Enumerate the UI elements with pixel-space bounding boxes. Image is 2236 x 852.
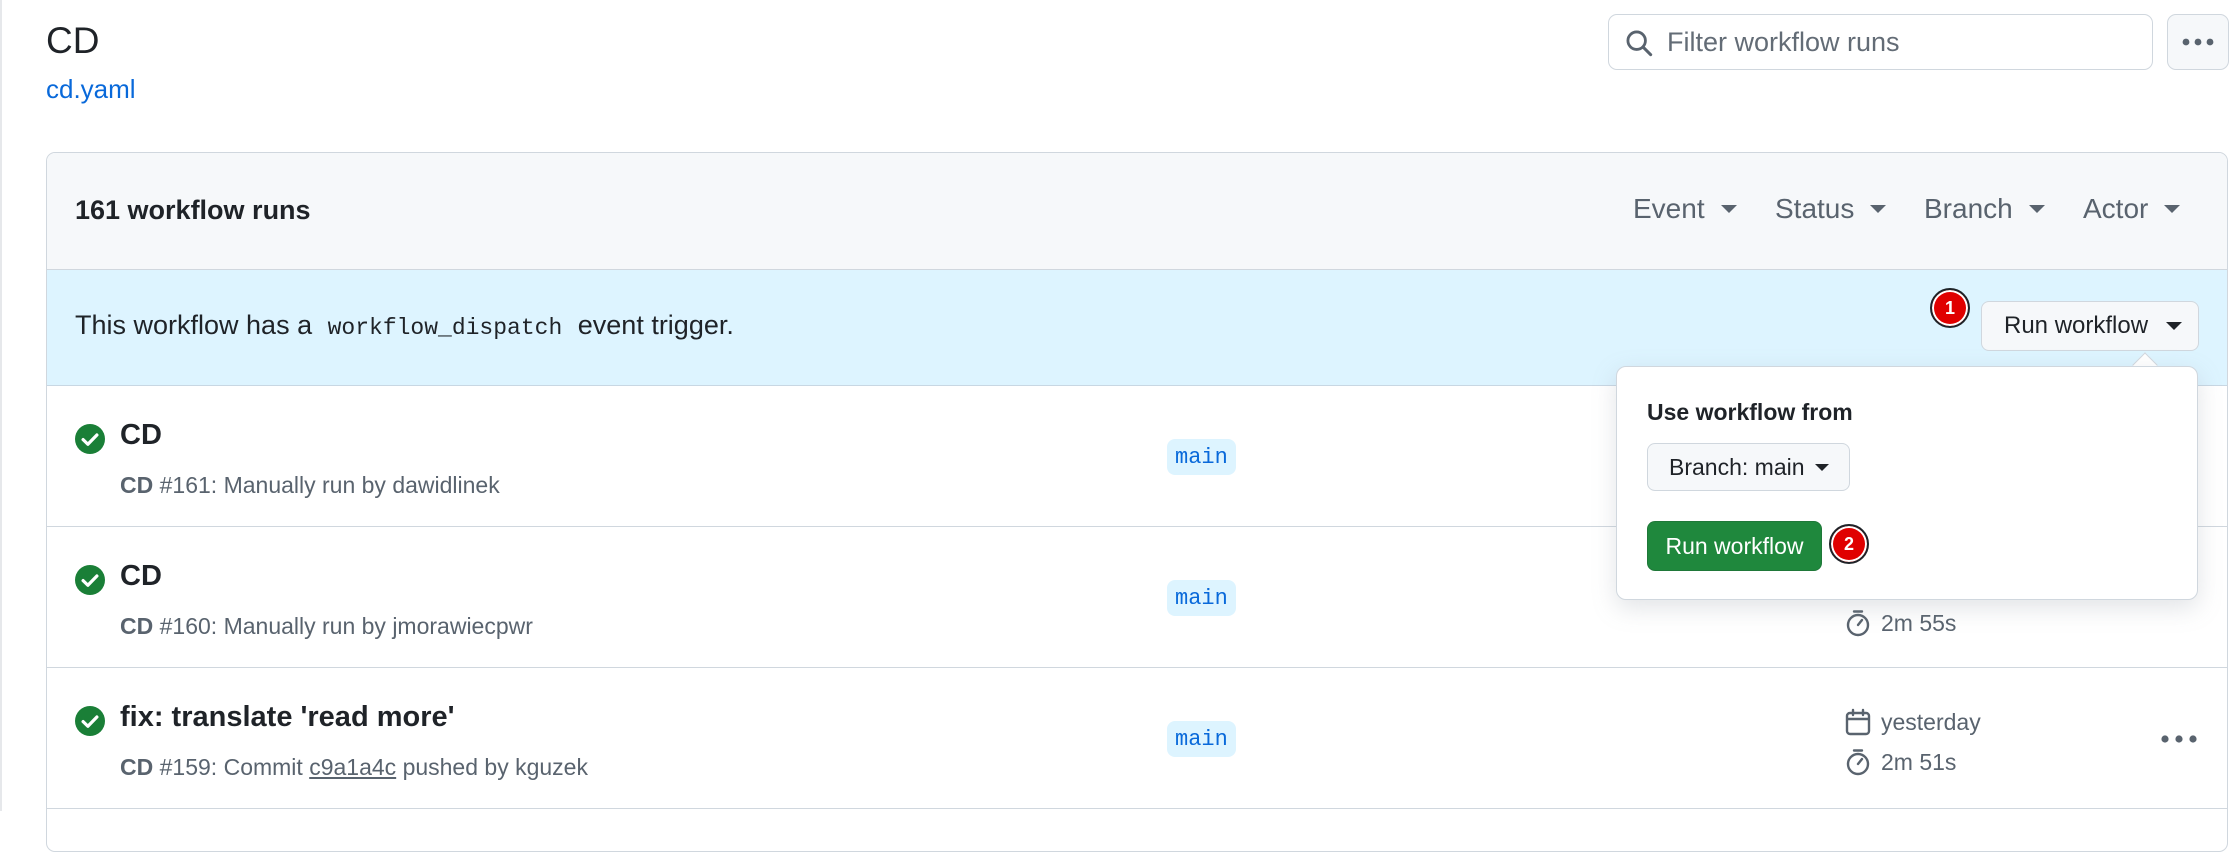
run-title-link[interactable]: fix: translate 'read more'	[120, 701, 455, 734]
check-circle-fill-icon	[75, 424, 105, 454]
run-date: yesterday	[1845, 708, 1981, 736]
filter-runs-placeholder: Filter workflow runs	[1667, 26, 1900, 57]
run-number: #160	[159, 613, 211, 639]
filter-status-dropdown[interactable]: Status	[1775, 193, 1887, 225]
chevron-down-icon	[2028, 205, 2045, 213]
run-description: Manually run by dawidlinek	[223, 472, 500, 498]
stopwatch-icon	[1846, 610, 1870, 637]
calendar-icon	[1845, 708, 1871, 736]
run-date-text: yesterday	[1881, 708, 1981, 735]
run-description: Manually run by jmorawiecpwr	[223, 613, 533, 639]
run-number: #161	[159, 472, 211, 498]
branch-tag[interactable]: main	[1167, 439, 1236, 475]
chevron-down-icon	[1814, 463, 1829, 471]
run-workflow-dropdown-button[interactable]: Run workflow	[1981, 301, 2199, 351]
run-duration-text: 2m 55s	[1881, 609, 1957, 636]
run-description-prefix: Commit	[223, 754, 303, 780]
check-circle-fill-icon	[75, 706, 105, 736]
run-title-link[interactable]: CD	[120, 419, 162, 452]
run-title-link[interactable]: CD	[120, 560, 162, 593]
workflow-file-link[interactable]: cd.yaml	[46, 74, 136, 105]
run-duration: 2m 55s	[1845, 609, 1956, 637]
run-duration-text: 2m 51s	[1881, 748, 1957, 775]
run-subtitle: CD #160: Manually run by jmorawiecpwr	[120, 613, 533, 639]
runs-count: 161 workflow runs	[75, 195, 311, 225]
popover-heading: Use workflow from	[1647, 399, 1853, 425]
filter-actor-dropdown[interactable]: Actor	[2083, 193, 2181, 225]
run-number: #159	[159, 754, 211, 780]
dispatch-text-after: event trigger.	[577, 310, 734, 340]
branch-tag[interactable]: main	[1167, 721, 1236, 757]
run-workflow-name: CD	[120, 472, 154, 498]
chevron-down-icon	[1720, 205, 1737, 213]
filter-actor-label: Actor	[2083, 193, 2149, 224]
run-workflow-name: CD	[120, 754, 154, 780]
run-workflow-name: CD	[120, 613, 154, 639]
run-subtitle: CD #159: Commit c9a1a4c pushed by kguzek	[120, 754, 588, 780]
run-workflow-label: Run workflow	[2004, 312, 2149, 339]
annotation-badge-1: 1	[1930, 288, 1970, 328]
check-circle-fill-icon	[75, 565, 105, 595]
run-description-suffix: pushed by kguzek	[402, 754, 588, 780]
kebab-horizontal-icon	[2182, 38, 2214, 46]
dispatch-banner-text: This workflow has a workflow_dispatch ev…	[75, 310, 734, 341]
stopwatch-icon	[1846, 749, 1870, 776]
run-workflow-submit-button[interactable]: Run workflow	[1647, 521, 1822, 571]
commit-sha-link[interactable]: c9a1a4c	[309, 754, 396, 780]
filter-event-label: Event	[1633, 193, 1705, 224]
workflow-run-row[interactable]: fix: translate 'read more' CD #159: Comm…	[47, 668, 2227, 809]
run-workflow-popover: Use workflow from Branch: main Run workf…	[1616, 366, 2198, 600]
filter-event-dropdown[interactable]: Event	[1633, 193, 1737, 225]
branch-select-dropdown[interactable]: Branch: main	[1647, 443, 1850, 491]
run-subtitle: CD #161: Manually run by dawidlinek	[120, 472, 500, 498]
chevron-down-icon	[2166, 322, 2183, 330]
dispatch-text-before: This workflow has a	[75, 310, 313, 340]
workflow-more-button[interactable]	[2167, 14, 2229, 70]
annotation-badge-2: 2	[1829, 524, 1869, 564]
runs-header: 161 workflow runs Event Status Branch Ac…	[47, 153, 2227, 270]
filter-branch-dropdown[interactable]: Branch	[1924, 193, 2045, 225]
branch-select-label: Branch: main	[1669, 453, 1805, 480]
chevron-down-icon	[1870, 205, 1887, 213]
chevron-down-icon	[2164, 205, 2181, 213]
filter-branch-label: Branch	[1924, 193, 2013, 224]
search-icon	[1626, 30, 1653, 57]
branch-tag[interactable]: main	[1167, 580, 1236, 616]
page-left-border	[0, 0, 2, 811]
filter-status-label: Status	[1775, 193, 1855, 224]
dispatch-event-code: workflow_dispatch	[327, 315, 563, 341]
filter-runs-input[interactable]: Filter workflow runs	[1608, 14, 2153, 70]
page-title: CD	[46, 20, 100, 61]
kebab-horizontal-icon[interactable]	[2159, 733, 2199, 745]
run-duration: 2m 51s	[1845, 748, 1956, 776]
